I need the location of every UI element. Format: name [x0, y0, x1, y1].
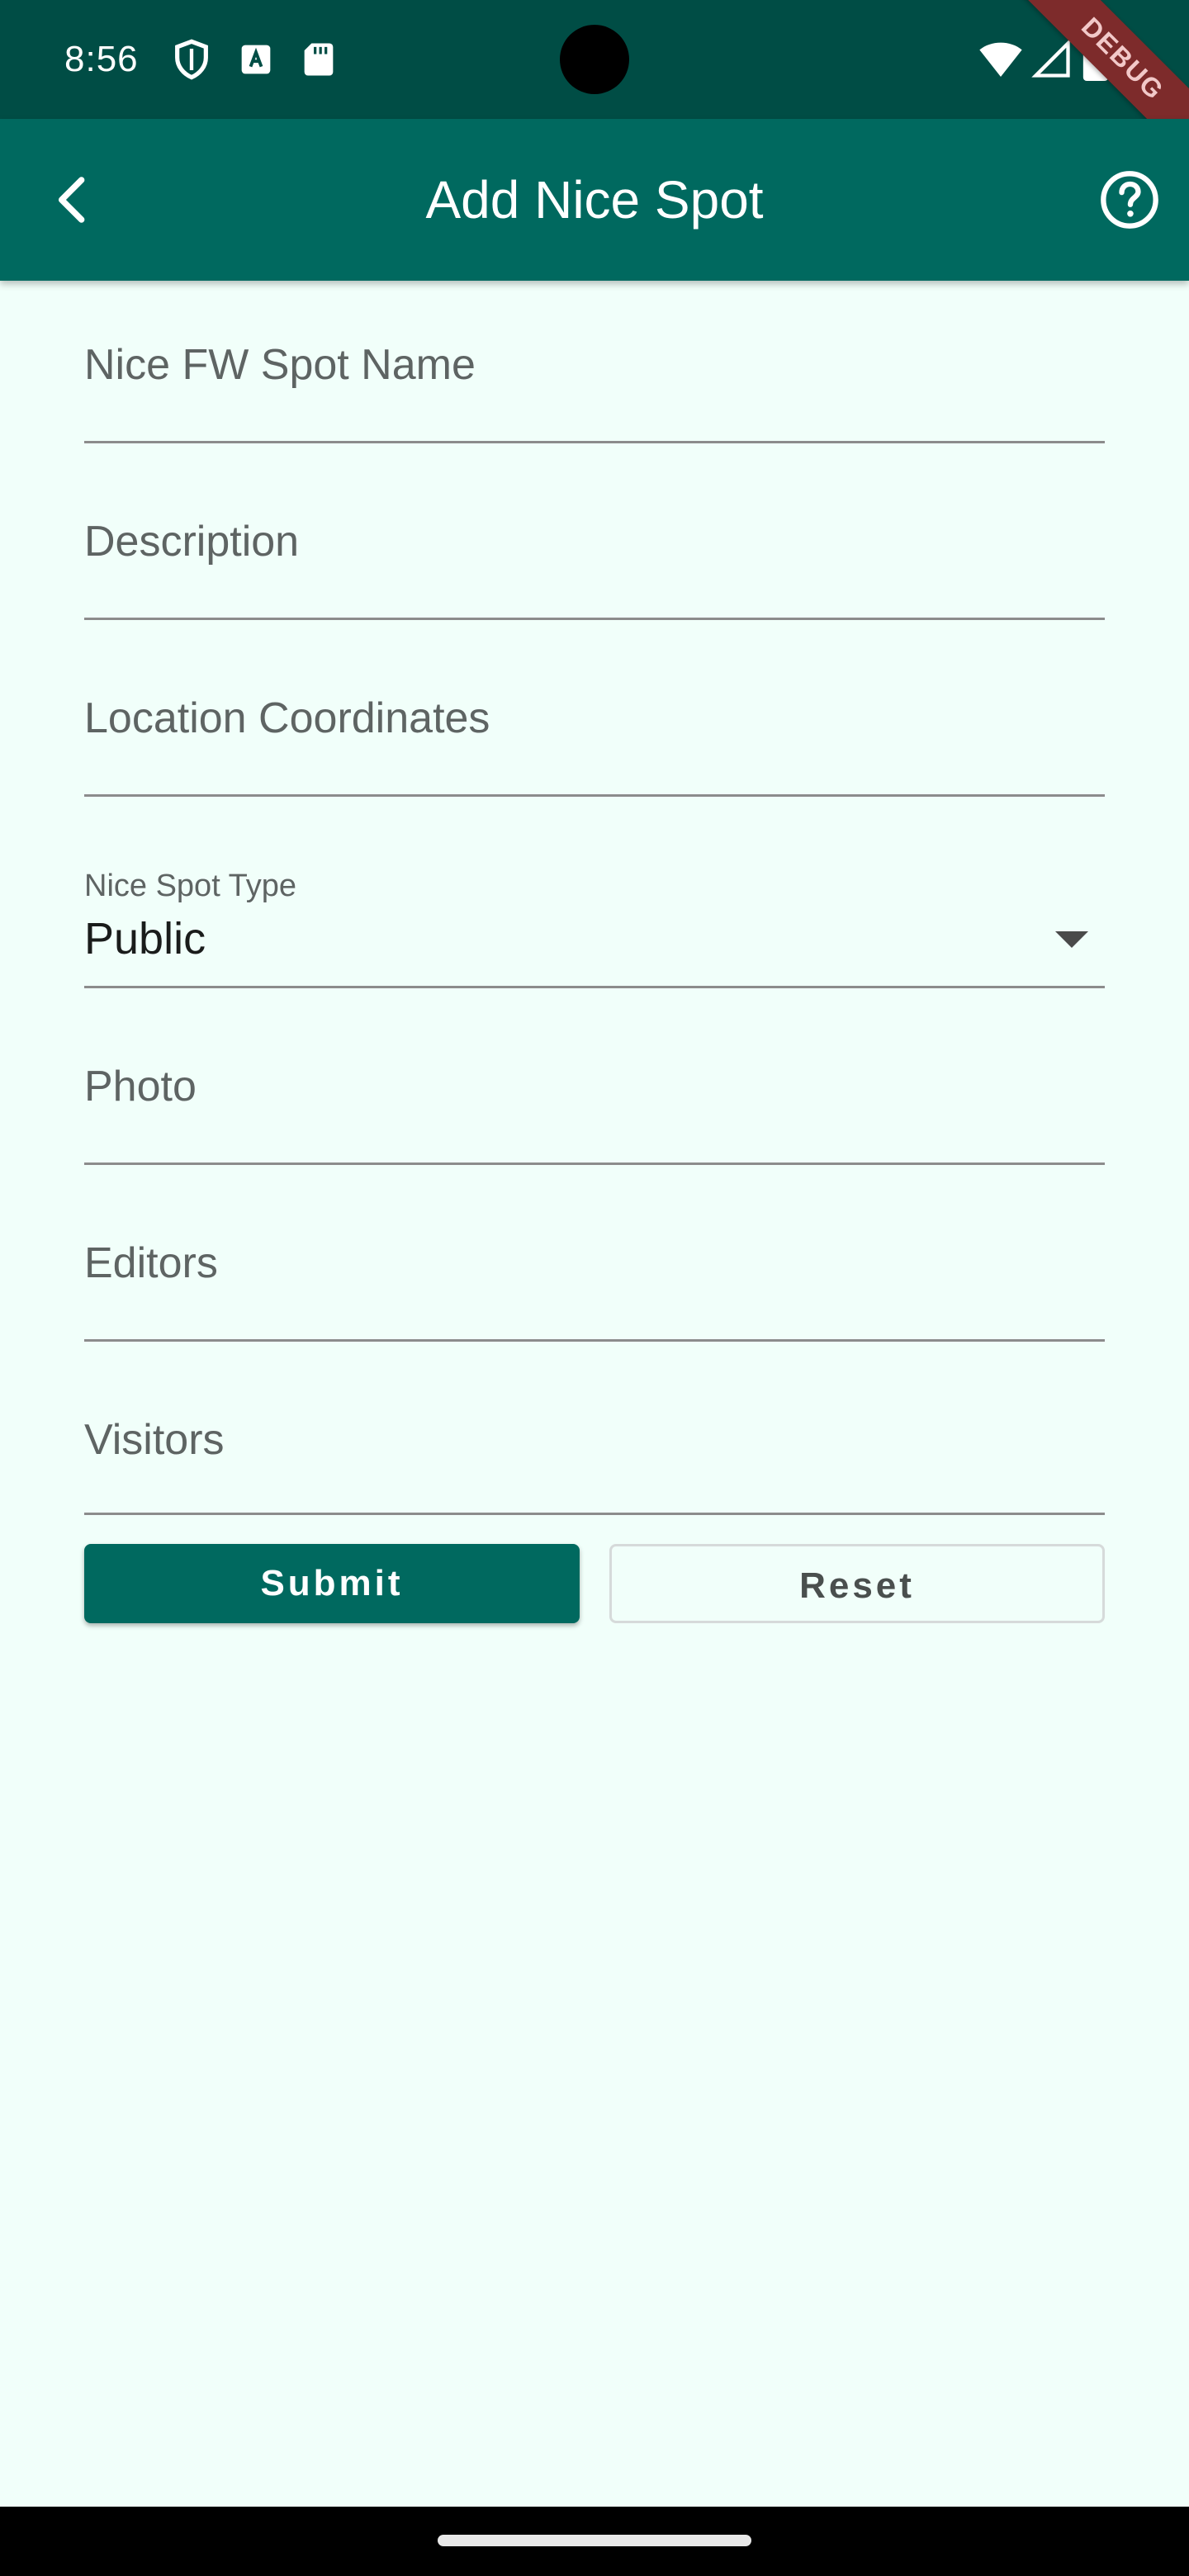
photo-hint: Photo — [84, 1063, 197, 1110]
editors-hint: Editors — [84, 1239, 218, 1287]
font-a-icon — [234, 38, 277, 81]
camera-cutout — [560, 25, 629, 94]
app-bar: Add Nice Spot — [0, 119, 1189, 281]
spot-name-hint: Nice FW Spot Name — [84, 341, 476, 389]
navigation-bar — [0, 2507, 1189, 2576]
page-title: Add Nice Spot — [425, 170, 764, 230]
spot-type-value: Public — [84, 914, 206, 964]
sd-card-icon — [297, 38, 340, 81]
editors-field[interactable]: Editors — [84, 1220, 1105, 1342]
wifi-icon — [978, 38, 1024, 81]
chevron-left-icon — [58, 177, 85, 223]
help-button[interactable] — [1090, 160, 1169, 239]
status-bar: 8:56 — [0, 0, 1189, 119]
visitors-field[interactable]: Visitors — [84, 1397, 1105, 1515]
back-button[interactable] — [33, 160, 112, 239]
location-coordinates-field[interactable]: Location Coordinates — [84, 675, 1105, 797]
shield-icon — [170, 38, 213, 81]
location-coordinates-hint: Location Coordinates — [84, 694, 490, 742]
spot-name-field[interactable]: Nice FW Spot Name — [84, 322, 1105, 443]
dropdown-arrow-icon — [1055, 931, 1088, 948]
spot-type-label: Nice Spot Type — [84, 869, 297, 903]
status-time: 8:56 — [64, 39, 139, 79]
battery-icon — [1082, 38, 1110, 81]
signal-icon — [1030, 38, 1073, 81]
visitors-hint: Visitors — [84, 1416, 225, 1464]
description-field[interactable]: Description — [84, 499, 1105, 620]
help-circle-icon — [1101, 171, 1158, 229]
description-hint: Description — [84, 518, 300, 566]
spot-type-dropdown[interactable]: Nice Spot Type Public — [84, 842, 1105, 988]
submit-button[interactable]: Submit — [84, 1544, 580, 1623]
photo-field[interactable]: Photo — [84, 1044, 1105, 1165]
reset-button[interactable]: Reset — [609, 1544, 1105, 1623]
home-indicator[interactable] — [438, 2535, 751, 2546]
